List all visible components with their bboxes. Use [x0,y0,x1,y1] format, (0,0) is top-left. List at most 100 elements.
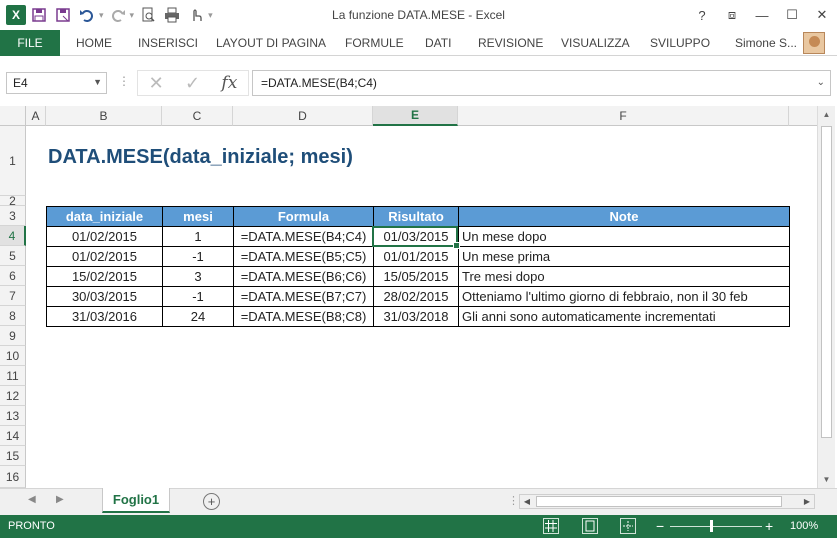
row-header-10[interactable]: 10 [0,346,26,366]
normal-view-icon[interactable] [543,518,559,534]
table-cell[interactable]: Un mese prima [458,246,790,267]
chevron-down-icon[interactable]: ▼ [93,77,102,87]
column-header-e[interactable]: E [373,106,458,126]
row-header-3[interactable]: 3 [0,206,26,226]
row-header-13[interactable]: 13 [0,406,26,426]
tab-formule[interactable]: FORMULE [345,30,404,56]
table-cell[interactable]: Gli anni sono automaticamente incrementa… [458,306,790,327]
formula-input[interactable]: =DATA.MESE(B4;C4) ⌄ [252,70,831,96]
table-cell[interactable]: =DATA.MESE(B7;C7) [233,286,374,307]
table-cell[interactable]: 3 [162,266,234,287]
sheet-tab-foglio1[interactable]: Foglio1 [102,488,170,513]
zoom-in-button[interactable]: + [765,518,773,534]
expand-formula-bar-icon[interactable]: ⌄ [817,77,825,88]
print-preview-icon[interactable] [137,4,159,26]
tab-split-grip-icon[interactable]: ⋮ [508,494,519,507]
row-header-12[interactable]: 12 [0,386,26,406]
save-as-icon[interactable] [52,4,74,26]
table-cell[interactable]: 30/03/2015 [46,286,163,307]
zoom-slider-handle[interactable] [710,520,713,532]
row-header-9[interactable]: 9 [0,326,26,346]
cancel-icon[interactable]: ✕ [149,73,164,94]
redo-icon[interactable] [107,4,129,26]
row-header-5[interactable]: 5 [0,246,26,266]
horizontal-scrollbar[interactable]: ◀ ▶ [519,494,815,509]
maximize-button[interactable]: ☐ [777,0,807,30]
table-cell[interactable]: 28/02/2015 [373,286,459,307]
formula-bar-grip-icon[interactable]: ⋮ [118,74,130,88]
scroll-right-icon[interactable]: ▶ [800,495,814,508]
header-risultato[interactable]: Risultato [373,206,459,227]
row-header-8[interactable]: 8 [0,306,26,326]
row-header-1[interactable]: 1 [0,126,26,196]
table-cell[interactable]: =DATA.MESE(B4;C4) [233,226,374,247]
ribbon-display-options-button[interactable]: ⧈ [717,0,747,30]
tab-layout-di-pagina[interactable]: LAYOUT DI PAGINA [216,30,326,56]
column-header-f[interactable]: F [458,106,789,126]
help-button[interactable]: ? [687,0,717,30]
zoom-out-button[interactable]: − [656,518,664,534]
customize-qat-icon[interactable]: ▾ [208,10,213,21]
table-cell[interactable]: -1 [162,286,234,307]
column-header-c[interactable]: C [162,106,233,126]
table-cell[interactable]: 01/01/2015 [373,246,459,267]
table-cell[interactable]: =DATA.MESE(B8;C8) [233,306,374,327]
tab-dati[interactable]: DATI [425,30,451,56]
tab-sviluppo[interactable]: SVILUPPO [650,30,710,56]
table-cell[interactable]: 31/03/2018 [373,306,459,327]
select-all-corner[interactable] [0,106,26,126]
zoom-level[interactable]: 100% [790,520,818,532]
print-icon[interactable] [161,4,183,26]
sheet-prev-icon[interactable]: ◀ [28,494,36,505]
horizontal-scroll-thumb[interactable] [536,496,782,507]
scroll-up-icon[interactable]: ▲ [818,106,835,123]
add-sheet-icon[interactable]: + [203,493,220,510]
tab-visualizza[interactable]: VISUALIZZA [561,30,630,56]
scroll-left-icon[interactable]: ◀ [520,495,534,508]
enter-icon[interactable]: ✓ [185,73,200,94]
undo-dropdown-icon[interactable]: ▾ [99,10,104,21]
vertical-scroll-thumb[interactable] [821,126,832,438]
page-layout-view-icon[interactable] [582,518,598,534]
table-cell[interactable]: =DATA.MESE(B5;C5) [233,246,374,267]
name-box[interactable]: E4 ▼ [6,72,107,94]
table-cell[interactable]: 31/03/2016 [46,306,163,327]
header-note[interactable]: Note [458,206,790,227]
undo-icon[interactable] [76,4,98,26]
table-cell[interactable]: 24 [162,306,234,327]
row-header-2[interactable]: 2 [0,194,26,208]
scroll-down-icon[interactable]: ▼ [818,471,835,488]
column-header-a[interactable]: A [26,106,46,126]
save-icon[interactable] [28,4,50,26]
header-data-iniziale[interactable]: data_iniziale [46,206,163,227]
touch-mode-icon[interactable] [185,4,207,26]
table-cell[interactable]: 15/02/2015 [46,266,163,287]
sheet-next-icon[interactable]: ▶ [56,494,64,505]
sheet-title-cell[interactable]: DATA.MESE(data_iniziale; mesi) [48,146,353,169]
table-cell[interactable]: 01/02/2015 [46,246,163,267]
insert-function-icon[interactable]: fx [221,73,237,93]
row-header-4[interactable]: 4 [0,226,26,246]
table-cell[interactable]: Un mese dopo [458,226,790,247]
zoom-slider[interactable] [670,526,762,527]
table-cell[interactable]: Tre mesi dopo [458,266,790,287]
row-header-15[interactable]: 15 [0,446,26,466]
close-button[interactable]: ✕ [807,0,837,30]
table-cell[interactable]: =DATA.MESE(B6;C6) [233,266,374,287]
column-header-b[interactable]: B [46,106,162,126]
table-cell[interactable]: 01/02/2015 [46,226,163,247]
table-cell[interactable]: Otteniamo l'ultimo giorno di febbraio, n… [458,286,790,307]
tab-file[interactable]: FILE [0,30,60,56]
vertical-scrollbar[interactable]: ▲ ▼ [817,106,835,488]
row-header-16[interactable]: 16 [0,466,26,488]
column-header-d[interactable]: D [233,106,373,126]
user-account[interactable]: Simone S... [735,30,825,56]
column-header-g[interactable] [789,106,817,126]
table-cell[interactable]: 1 [162,226,234,247]
tab-revisione[interactable]: REVISIONE [478,30,543,56]
row-header-7[interactable]: 7 [0,286,26,306]
header-formula[interactable]: Formula [233,206,374,227]
header-mesi[interactable]: mesi [162,206,234,227]
row-header-6[interactable]: 6 [0,266,26,286]
tab-home[interactable]: HOME [76,30,112,56]
